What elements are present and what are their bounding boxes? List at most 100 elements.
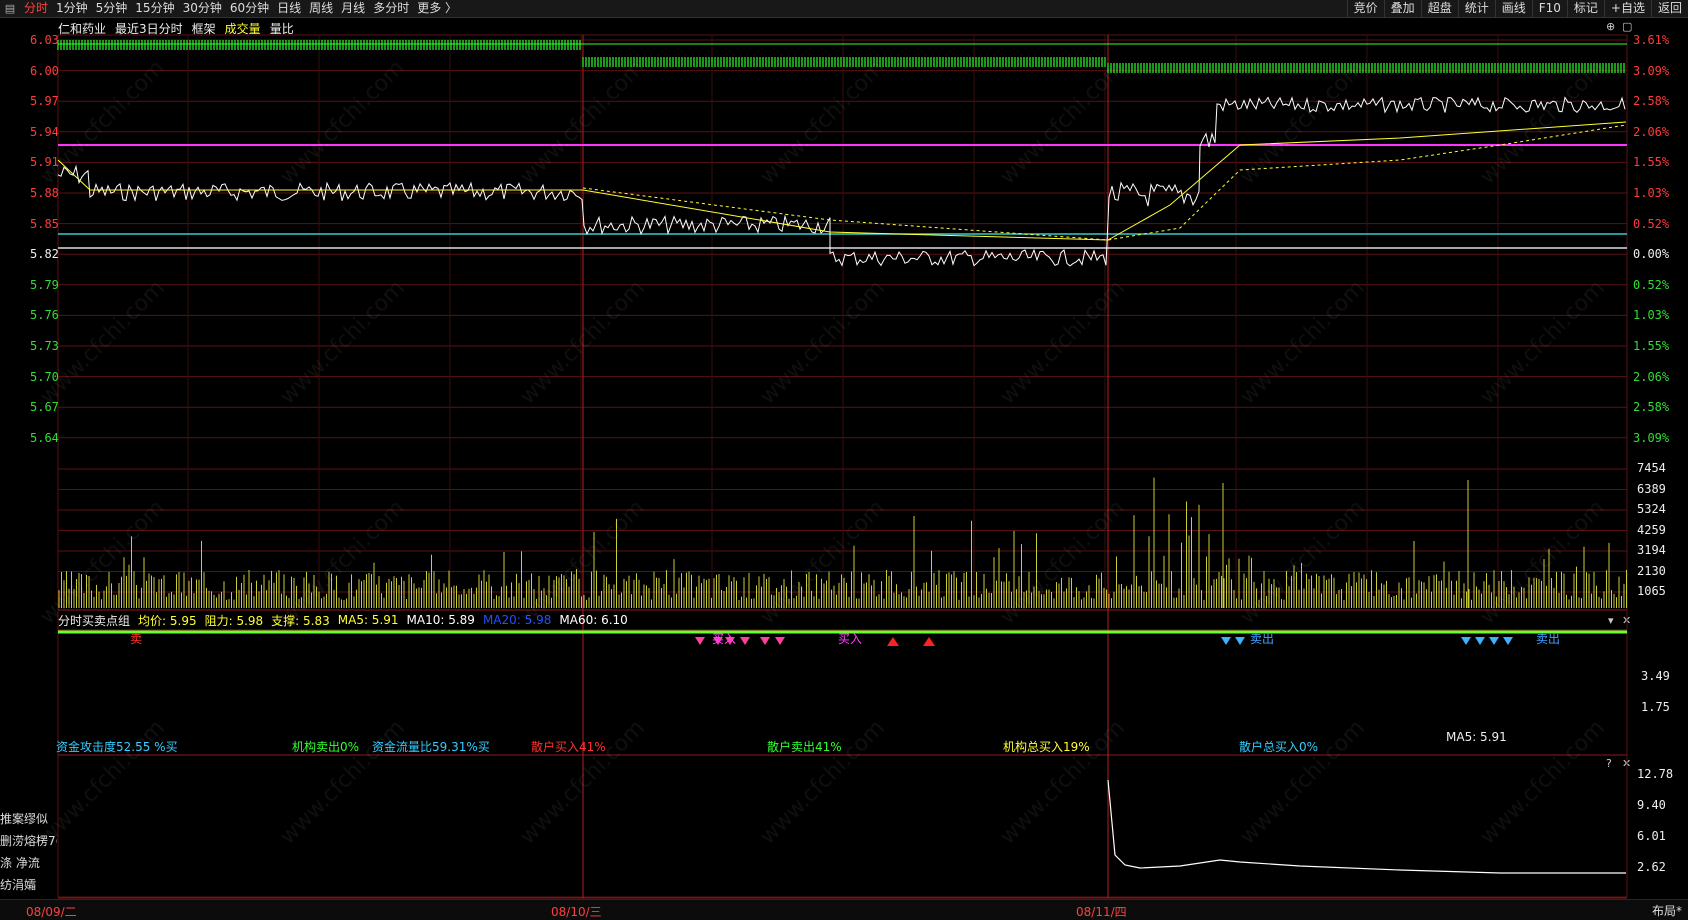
signal-label: 卖出 [1536, 632, 1560, 646]
chevron-down-icon[interactable]: ▾ [1608, 614, 1614, 627]
volume-tick: 7454 [1637, 461, 1666, 475]
right-toolbar: 竞价 叠加 超盘 统计 画线 F10 标记 +自选 返回 [1346, 0, 1688, 17]
price-tick: 5.67 [30, 400, 59, 415]
flow-label: 资金攻击度52.55 %买 [56, 740, 178, 754]
side-label[interactable]: 纺涓孀 [0, 874, 57, 896]
toolbar-button-1[interactable]: 叠加 [1383, 0, 1421, 17]
buy-signal-icon [887, 637, 899, 646]
diamond-signal-icon [1475, 637, 1485, 645]
watermark: www.cfchi.com [995, 495, 1130, 630]
window-icon[interactable]: ▢ [1622, 20, 1632, 33]
flow-tick: 12.78 [1637, 767, 1674, 781]
percent-tick: 0.00% [1633, 247, 1670, 262]
chart-frame [57, 34, 1628, 898]
close-icon[interactable]: ✕ [1622, 614, 1631, 627]
tab-3[interactable]: 15分钟 [131, 0, 178, 17]
percent-tick: 1.55% [1633, 339, 1670, 353]
signal-label: 卖 [130, 632, 142, 646]
flow-label: 资金流量比59.31%买 [372, 740, 490, 754]
flow-label: 散户买入41% [531, 740, 606, 754]
watermark: www.cfchi.com [515, 715, 650, 850]
close-icon[interactable]: ✕ [1622, 757, 1631, 770]
volume-label[interactable]: 成交量 [225, 20, 261, 37]
diamond-signal-icon [1221, 637, 1231, 645]
date-label: 08/10/三 [551, 905, 602, 919]
price-tick: 5.64 [30, 430, 59, 445]
indicator-value: 均价: 5.95 [138, 613, 197, 628]
percent-tick: 1.55% [1633, 155, 1670, 170]
period-label[interactable]: 最近3日分时 [115, 20, 183, 37]
indicator-tick: 3.49 [1641, 669, 1670, 683]
tab-5[interactable]: 60分钟 [226, 0, 273, 17]
layout-button[interactable]: 布局* [1652, 902, 1682, 919]
toolbar-button-7[interactable]: +自选 [1603, 0, 1651, 17]
side-label[interactable]: 推案缪似 [0, 808, 57, 830]
chart-area[interactable]: 卖 买入 买入 卖出 卖出 [0, 0, 1688, 919]
tab-4[interactable]: 30分钟 [179, 0, 226, 17]
tab-2[interactable]: 5分钟 [92, 0, 132, 17]
watermark: www.cfchi.com [515, 55, 650, 190]
tab-6[interactable]: 日线 [273, 0, 305, 17]
sell-signal-icon [713, 637, 723, 645]
percent-tick: 3.09% [1633, 63, 1670, 78]
indicator-name[interactable]: 分时买卖点组 [58, 612, 130, 629]
watermark: www.cfchi.com [1475, 55, 1610, 190]
frame-label[interactable]: 框架 [192, 20, 216, 37]
price-line [57, 96, 1626, 267]
watermark: www.cfchi.com [35, 495, 170, 630]
ma-dashed-line [582, 124, 1627, 241]
signal-label: 卖出 [1250, 632, 1274, 646]
indicator-value: MA20: 5.98 [482, 613, 552, 627]
flow-tick: 2.62 [1637, 860, 1666, 874]
flow-line [1107, 779, 1626, 874]
flow-label: 机构卖出0% [292, 740, 360, 754]
signal-label: 买入 [712, 632, 736, 646]
toolbar-button-0[interactable]: 竞价 [1346, 0, 1384, 17]
indicator-value: 支撑: 5.83 [271, 613, 330, 628]
watermark: www.cfchi.com [1235, 715, 1370, 850]
diamond-signal-icon [1489, 637, 1499, 645]
watermark: www.cfchi.com [275, 715, 410, 850]
tab-0[interactable]: 分时 [20, 0, 52, 17]
tab-1[interactable]: 1分钟 [52, 0, 92, 17]
watermark: www.cfchi.com [755, 275, 890, 410]
price-tick: 6.00 [30, 63, 59, 78]
watermark: www.cfchi.com [1235, 275, 1370, 410]
tab-7[interactable]: 周线 [305, 0, 337, 17]
side-label[interactable]: 删涝熔楞7( [0, 830, 57, 852]
volume-tick: 2130 [1637, 563, 1666, 578]
signal-label: 买入 [838, 632, 862, 646]
ratio-label[interactable]: 量比 [270, 20, 294, 37]
date-label: 08/09/二 [26, 905, 77, 919]
toolbar-button-3[interactable]: 统计 [1457, 0, 1495, 17]
price-tick: 5.91 [30, 155, 59, 170]
add-icon[interactable]: ⊕ [1606, 20, 1615, 33]
side-label[interactable]: 涤 净流 [0, 852, 57, 874]
side-labels: 推案缪似 删涝熔楞7(涤 净流 纺涓孀 [0, 808, 57, 896]
toolbar-button-8[interactable]: 返回 [1650, 0, 1688, 17]
flow-tick: 6.01 [1637, 829, 1666, 843]
price-tick: 5.85 [30, 216, 59, 231]
tab-8[interactable]: 月线 [337, 0, 369, 17]
ma5-overlay: MA5: 5.91 [1446, 730, 1507, 744]
period-tabs: ▤ 分时 1分钟 5分钟 15分钟 30分钟 60分钟 日线 周线 月线 多分时 更多 〉 [0, 0, 461, 17]
chart-header: 仁和药业 最近3日分时 框架 成交量 量比 [58, 20, 303, 36]
watermark: www.cfchi.com [275, 275, 410, 410]
price-tick: 5.94 [30, 124, 59, 139]
menu-icon[interactable]: ▤ [3, 2, 17, 16]
flow-label: 散户总买入0% [1239, 740, 1319, 754]
percent-tick: 2.06% [1633, 369, 1670, 384]
flow-label: 机构总买入19% [1003, 740, 1090, 754]
tab-10[interactable]: 更多 〉 [413, 0, 461, 17]
watermark: www.cfchi.com [1235, 55, 1370, 190]
sell-signal-icon [695, 637, 705, 645]
help-icon[interactable]: ? [1606, 757, 1612, 770]
toolbar-button-5[interactable]: F10 [1531, 0, 1567, 17]
toolbar-button-2[interactable]: 超盘 [1420, 0, 1458, 17]
price-tick: 5.79 [30, 277, 59, 292]
toolbar-button-4[interactable]: 画线 [1494, 0, 1532, 17]
tab-9[interactable]: 多分时 [369, 0, 413, 17]
watermark: www.cfchi.com [275, 55, 410, 190]
toolbar-button-6[interactable]: 标记 [1566, 0, 1604, 17]
watermark: www.cfchi.com [275, 495, 410, 630]
